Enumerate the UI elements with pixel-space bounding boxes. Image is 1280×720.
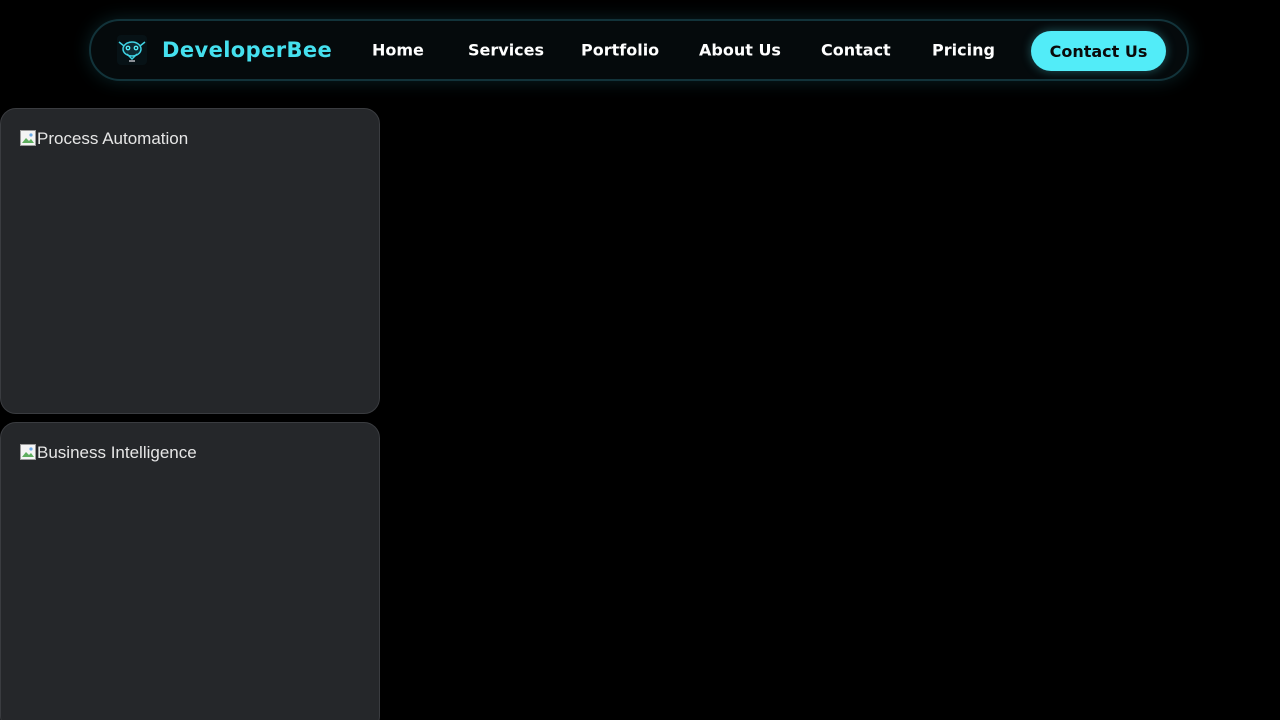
- nav-link-about-us[interactable]: About Us: [699, 41, 781, 60]
- navbar: DeveloperBee Home Services Portfolio Abo…: [89, 19, 1189, 81]
- card-image: Process Automation: [20, 129, 188, 149]
- contact-us-button[interactable]: Contact Us: [1031, 31, 1166, 71]
- service-card-process-automation[interactable]: Process Automation: [0, 108, 380, 414]
- service-card-business-intelligence[interactable]: Business Intelligence: [0, 422, 380, 720]
- card-image-alt-text: Business Intelligence: [37, 443, 197, 462]
- brand-link[interactable]: DeveloperBee: [117, 35, 332, 65]
- card-image-alt-text: Process Automation: [37, 129, 189, 148]
- broken-image-icon: [20, 130, 36, 146]
- nav-link-pricing[interactable]: Pricing: [932, 41, 995, 60]
- brand-name: DeveloperBee: [162, 38, 333, 62]
- card-image: Business Intelligence: [20, 443, 197, 463]
- nav-link-portfolio[interactable]: Portfolio: [581, 41, 659, 60]
- page: DeveloperBee Home Services Portfolio Abo…: [0, 0, 1280, 720]
- nav-link-contact[interactable]: Contact: [821, 41, 891, 60]
- broken-image-icon: [20, 444, 36, 460]
- bee-robot-logo-icon: [117, 35, 147, 65]
- nav-link-home[interactable]: Home: [372, 41, 424, 60]
- nav-link-services[interactable]: Services: [468, 41, 544, 60]
